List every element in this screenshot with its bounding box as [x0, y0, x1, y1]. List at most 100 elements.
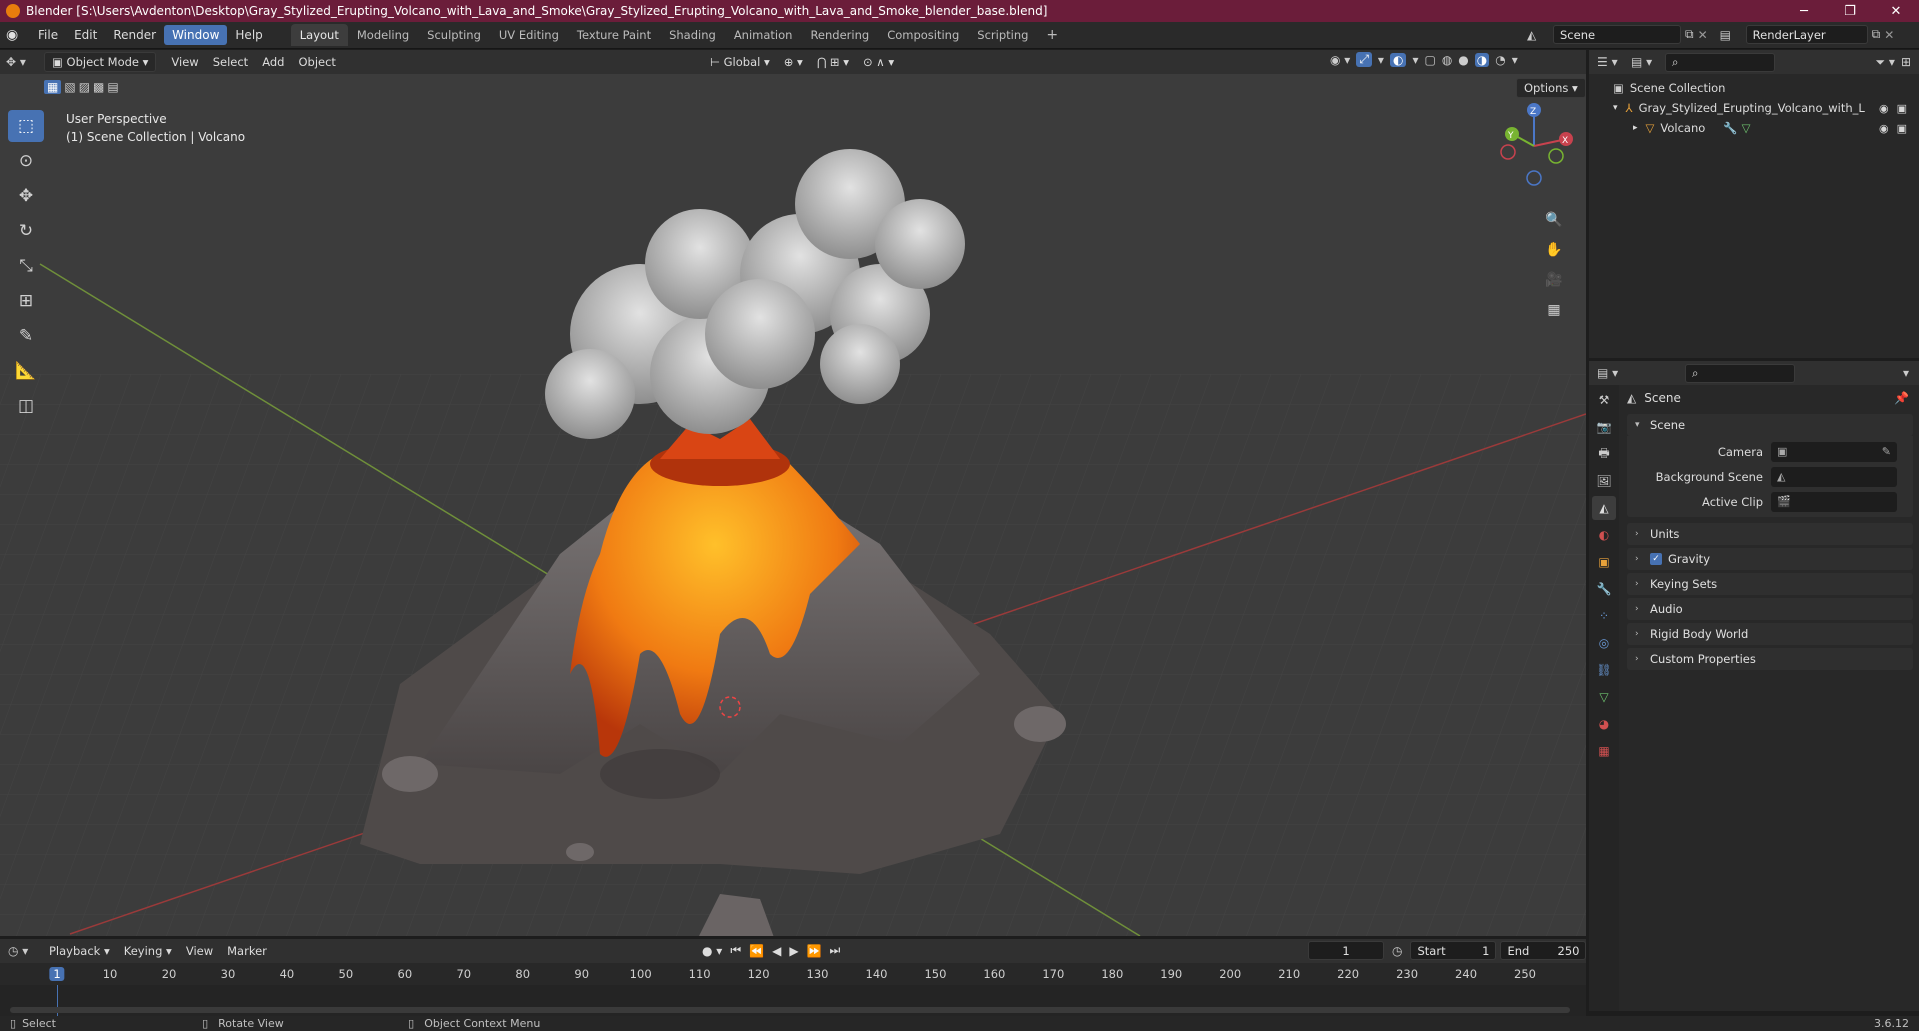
solid-shading-icon[interactable]: ● [1458, 53, 1468, 67]
tab-modeling[interactable]: Modeling [348, 24, 418, 46]
scale-icon[interactable]: ⤡ [8, 250, 44, 282]
tab-shading[interactable]: Shading [660, 24, 725, 46]
jump-end-icon[interactable]: ⏭ [830, 943, 841, 958]
render-tab-icon[interactable]: 📷 [1592, 415, 1616, 439]
tool-tab-icon[interactable]: ⚒ [1592, 388, 1616, 412]
eye-icon[interactable]: ◉ [1879, 122, 1889, 135]
snap-icon[interactable]: ⋂ ⊞ ▾ [810, 53, 856, 71]
ortho-grid-icon[interactable]: ▦ [1540, 296, 1568, 324]
mesh-data-tab-icon[interactable]: ▽ [1592, 685, 1616, 709]
new-layer-icon[interactable]: ⧉ [1872, 27, 1881, 42]
camera-render-icon[interactable]: ▣ [1897, 102, 1907, 115]
minimize-icon[interactable]: ─ [1781, 0, 1827, 22]
rotate-icon[interactable]: ↻ [8, 215, 44, 247]
panel-keying-sets[interactable]: › Keying Sets [1627, 573, 1913, 595]
camera-view-icon[interactable]: 🎥 [1540, 266, 1568, 294]
pivot-icon[interactable]: ⊕ ▾ [777, 53, 810, 71]
panel-custom-properties[interactable]: › Custom Properties [1627, 648, 1913, 670]
menu-view[interactable]: View [179, 942, 220, 960]
world-tab-icon[interactable]: ◐ [1592, 523, 1616, 547]
timeline-scrollbar[interactable] [10, 1007, 1570, 1013]
clock-icon[interactable]: ◷ [1392, 944, 1402, 958]
next-keyframe-icon[interactable]: ⏩ [807, 944, 822, 958]
particles-tab-icon[interactable]: ⁘ [1592, 604, 1616, 628]
add-cube-icon[interactable]: ◫ [8, 390, 44, 422]
record-icon[interactable]: ● ▾ [702, 944, 722, 958]
modifier-tab-icon[interactable]: 🔧 [1592, 577, 1616, 601]
menu-playback[interactable]: Playback ▾ [42, 942, 117, 960]
new-scene-icon[interactable]: ⧉ [1685, 27, 1694, 42]
proportional-edit-icon[interactable]: ⊙ ∧ ▾ [856, 53, 901, 71]
visibility-icon[interactable]: ◉ ▾ [1330, 53, 1350, 67]
select-intersect-icon[interactable]: ▤ [107, 80, 118, 94]
menu-window[interactable]: Window [164, 25, 228, 45]
material-shading-icon[interactable]: ◑ [1474, 52, 1490, 67]
frame-ruler[interactable]: 1 10 20 30 40 50 60 70 80 90 100 110 120 130 140 150 160… [0, 965, 1586, 985]
tab-sculpting[interactable]: Sculpting [418, 24, 490, 46]
menu-select[interactable]: Select [206, 53, 255, 71]
start-frame-field[interactable]: Start 1 [1410, 941, 1497, 960]
mode-selector[interactable]: ▣ Object Mode ▾ [44, 52, 157, 72]
wireframe-shading-icon[interactable]: ◍ [1442, 53, 1452, 67]
scene-tab-icon[interactable]: ◭ [1592, 496, 1616, 520]
collapse-icon[interactable]: ▾ [1613, 103, 1618, 113]
tab-compositing[interactable]: Compositing [878, 24, 968, 46]
play-reverse-icon[interactable]: ◀ [772, 944, 781, 958]
camera-field[interactable]: ▣ ✎ [1771, 441, 1897, 462]
select-invert-icon[interactable]: ▩ [93, 80, 104, 94]
cursor-icon[interactable]: ⊙ [8, 145, 44, 177]
tab-texture-paint[interactable]: Texture Paint [568, 24, 660, 46]
constraints-tab-icon[interactable]: ⛓ [1592, 658, 1616, 682]
menu-add[interactable]: Add [255, 53, 291, 71]
close-icon[interactable]: ✕ [1873, 0, 1919, 22]
end-frame-field[interactable]: End 250 [1500, 941, 1587, 960]
expand-icon[interactable]: ▸ [1633, 123, 1638, 133]
panel-units[interactable]: › Units [1627, 523, 1913, 545]
properties-options-icon[interactable]: ▾ [1903, 366, 1909, 380]
current-frame-field[interactable]: 1 [1308, 941, 1384, 960]
outliner-editor-icon[interactable]: ☰ ▾ [1597, 55, 1631, 69]
transform-icon[interactable]: ⊞ [8, 285, 44, 317]
measure-icon[interactable]: 📐 [8, 355, 44, 387]
pin-icon[interactable]: 📌 [1894, 391, 1909, 405]
panel-gravity[interactable]: › ✓ Gravity [1627, 548, 1913, 570]
background-scene-field[interactable]: ◭ [1771, 466, 1897, 487]
pan-hand-icon[interactable]: ✋ [1540, 236, 1568, 264]
jump-start-icon[interactable]: ⏮ [730, 943, 741, 958]
outliner-row-collection[interactable]: ▾ ⅄ Gray_Stylized_Erupting_Volcano_with_… [1589, 98, 1919, 118]
view-layer-icon[interactable]: ▤ [1720, 28, 1742, 42]
panel-audio[interactable]: › Audio [1627, 598, 1913, 620]
select-new-icon[interactable]: ▦ [44, 80, 62, 94]
new-collection-icon[interactable]: ⊞ [1901, 55, 1911, 69]
blender-menu-icon[interactable]: ◉ [6, 27, 30, 43]
menu-file[interactable]: File [30, 25, 66, 45]
gizmo-toggle-icon[interactable]: ⤢ [1356, 52, 1372, 67]
object-tab-icon[interactable]: ▣ [1592, 550, 1616, 574]
timeline-editor-icon[interactable]: ◷ ▾ [8, 944, 42, 958]
panel-rigid-body-world[interactable]: › Rigid Body World [1627, 623, 1913, 645]
overlay-toggle-icon[interactable]: ◐ [1389, 52, 1407, 67]
menu-view[interactable]: View [164, 53, 205, 71]
scene-icon[interactable]: ◭ [1527, 28, 1549, 42]
xray-icon[interactable]: ▢ [1424, 53, 1435, 67]
menu-marker[interactable]: Marker [220, 942, 274, 960]
display-mode-icon[interactable]: ▤ ▾ [1631, 55, 1665, 69]
menu-render[interactable]: Render [105, 25, 164, 45]
tab-layout[interactable]: Layout [290, 24, 348, 46]
annotate-icon[interactable]: ✎ [8, 320, 44, 352]
gravity-checkbox[interactable]: ✓ [1650, 553, 1662, 565]
add-workspace-button[interactable]: + [1037, 23, 1067, 47]
physics-tab-icon[interactable]: ◎ [1592, 631, 1616, 655]
filter-icon[interactable]: ⏷ ▾ [1875, 55, 1894, 70]
prev-keyframe-icon[interactable]: ⏪ [749, 944, 764, 958]
camera-render-icon[interactable]: ▣ [1897, 122, 1907, 135]
active-clip-field[interactable]: 🎬 [1771, 491, 1897, 512]
menu-edit[interactable]: Edit [66, 25, 105, 45]
menu-help[interactable]: Help [227, 25, 270, 45]
render-layer-selector[interactable]: RenderLayer [1745, 25, 1868, 44]
play-icon[interactable]: ▶ [789, 944, 798, 958]
select-extend-icon[interactable]: ▧ [64, 80, 75, 94]
output-tab-icon[interactable]: 🖶 [1592, 442, 1616, 466]
select-subtract-icon[interactable]: ▨ [79, 80, 90, 94]
maximize-icon[interactable]: ❐ [1827, 0, 1873, 22]
